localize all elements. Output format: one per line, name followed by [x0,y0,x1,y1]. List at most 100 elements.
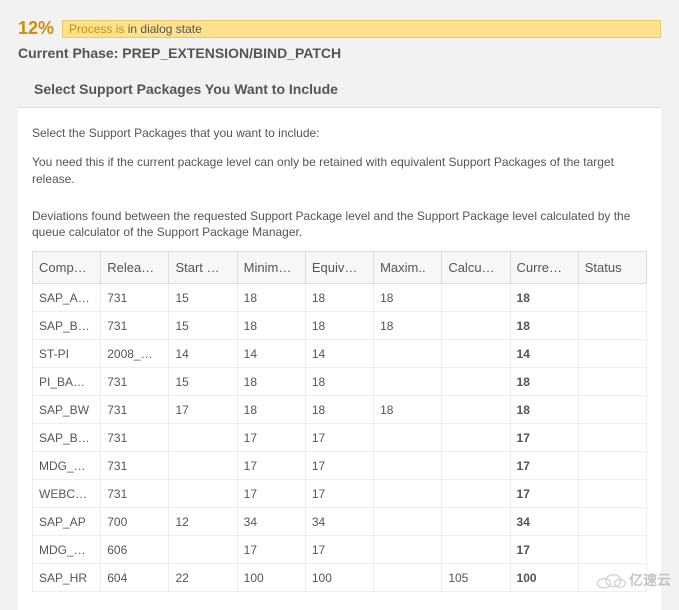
table-cell: 14 [305,340,373,368]
table-cell: ST-PI [33,340,101,368]
header-row: 12% Process is in dialog state [0,0,679,43]
table-row[interactable]: SAP_B…7311518181818 [33,312,647,340]
table-cell: 2008_… [101,340,169,368]
col-equivalent[interactable]: Equiv… [305,252,373,284]
table-cell: MDG_… [33,536,101,564]
table-row[interactable]: WEBC…731171717 [33,480,647,508]
support-packages-table: Comp… Relea… Start … Minim… Equiv… Maxim… [32,251,647,592]
table-row[interactable]: SAP_B…731171717 [33,424,647,452]
table-cell: 18 [237,312,305,340]
table-cell: 17 [305,424,373,452]
table-cell: SAP_HR [33,564,101,592]
table-cell [442,536,510,564]
table-cell: 17 [237,424,305,452]
table-cell [578,452,646,480]
table-cell [374,340,442,368]
col-calculated[interactable]: Calcu… [442,252,510,284]
table-cell: 18 [305,284,373,312]
table-row[interactable]: MDG_…606171717 [33,536,647,564]
table-cell: 15 [169,368,237,396]
intro-text-2: You need this if the current package lev… [32,154,647,188]
table-cell [169,480,237,508]
table-cell: 18 [510,396,578,424]
table-cell [578,340,646,368]
table-row[interactable]: ST-PI2008_…14141414 [33,340,647,368]
table-row[interactable]: SAP_BW7311718181818 [33,396,647,424]
table-cell: 18 [374,284,442,312]
table-cell: 17 [510,536,578,564]
table-cell: 700 [101,508,169,536]
col-start[interactable]: Start … [169,252,237,284]
table-cell: 17 [237,452,305,480]
table-cell: 18 [237,396,305,424]
table-cell: 105 [442,564,510,592]
table-cell [578,312,646,340]
table-cell: 12 [169,508,237,536]
table-cell [442,480,510,508]
table-cell [578,508,646,536]
table-cell: 17 [237,536,305,564]
table-cell: SAP_B… [33,424,101,452]
table-cell [169,536,237,564]
table-cell [442,340,510,368]
table-cell: 18 [510,368,578,396]
content-panel: Select the Support Packages that you wan… [18,107,661,610]
table-cell: 17 [169,396,237,424]
cloud-icon [593,570,627,590]
table-cell [374,536,442,564]
table-cell [442,396,510,424]
table-cell: 18 [305,312,373,340]
table-cell: 606 [101,536,169,564]
table-cell: SAP_BW [33,396,101,424]
table-cell: 17 [305,480,373,508]
table-cell [578,480,646,508]
table-cell: 15 [169,312,237,340]
main-container: 12% Process is in dialog state Current P… [0,0,679,610]
section-title: Select Support Packages You Want to Incl… [0,71,679,107]
table-cell [442,368,510,396]
table-row[interactable]: SAP_A…7311518181818 [33,284,647,312]
table-cell: 18 [237,284,305,312]
table-cell: 17 [305,452,373,480]
col-component[interactable]: Comp… [33,252,101,284]
table-row[interactable]: MDG_…731171717 [33,452,647,480]
table-cell: 17 [237,480,305,508]
table-cell [442,312,510,340]
phase-value: PREP_EXTENSION/BIND_PATCH [122,45,341,61]
col-current[interactable]: Curre… [510,252,578,284]
table-cell: 15 [169,284,237,312]
table-cell [578,536,646,564]
progress-percent: 12% [18,18,54,39]
table-cell: PI_BA… [33,368,101,396]
table-cell [578,424,646,452]
table-cell: 731 [101,284,169,312]
table-row[interactable]: SAP_AP70012343434 [33,508,647,536]
table-cell: 731 [101,480,169,508]
table-cell: 100 [510,564,578,592]
table-cell: 731 [101,424,169,452]
table-cell [374,452,442,480]
table-cell: 14 [169,340,237,368]
table-cell: 100 [237,564,305,592]
table-cell: 18 [510,312,578,340]
table-cell [169,452,237,480]
table-cell: SAP_B… [33,312,101,340]
table-cell: 731 [101,312,169,340]
col-maximum[interactable]: Maxim.. [374,252,442,284]
table-cell [374,368,442,396]
table-cell: MDG_… [33,452,101,480]
col-release[interactable]: Relea… [101,252,169,284]
table-cell [442,452,510,480]
col-minimum[interactable]: Minim… [237,252,305,284]
table-cell: 18 [374,396,442,424]
table-row[interactable]: PI_BA…73115181818 [33,368,647,396]
table-cell [442,508,510,536]
table-cell: 604 [101,564,169,592]
table-row[interactable]: SAP_HR60422100100105100 [33,564,647,592]
table-cell: SAP_AP [33,508,101,536]
table-cell: 18 [305,368,373,396]
process-state-badge: Process is in dialog state [62,20,661,38]
table-cell [442,424,510,452]
table-header-row: Comp… Relea… Start … Minim… Equiv… Maxim… [33,252,647,284]
col-status[interactable]: Status [578,252,646,284]
